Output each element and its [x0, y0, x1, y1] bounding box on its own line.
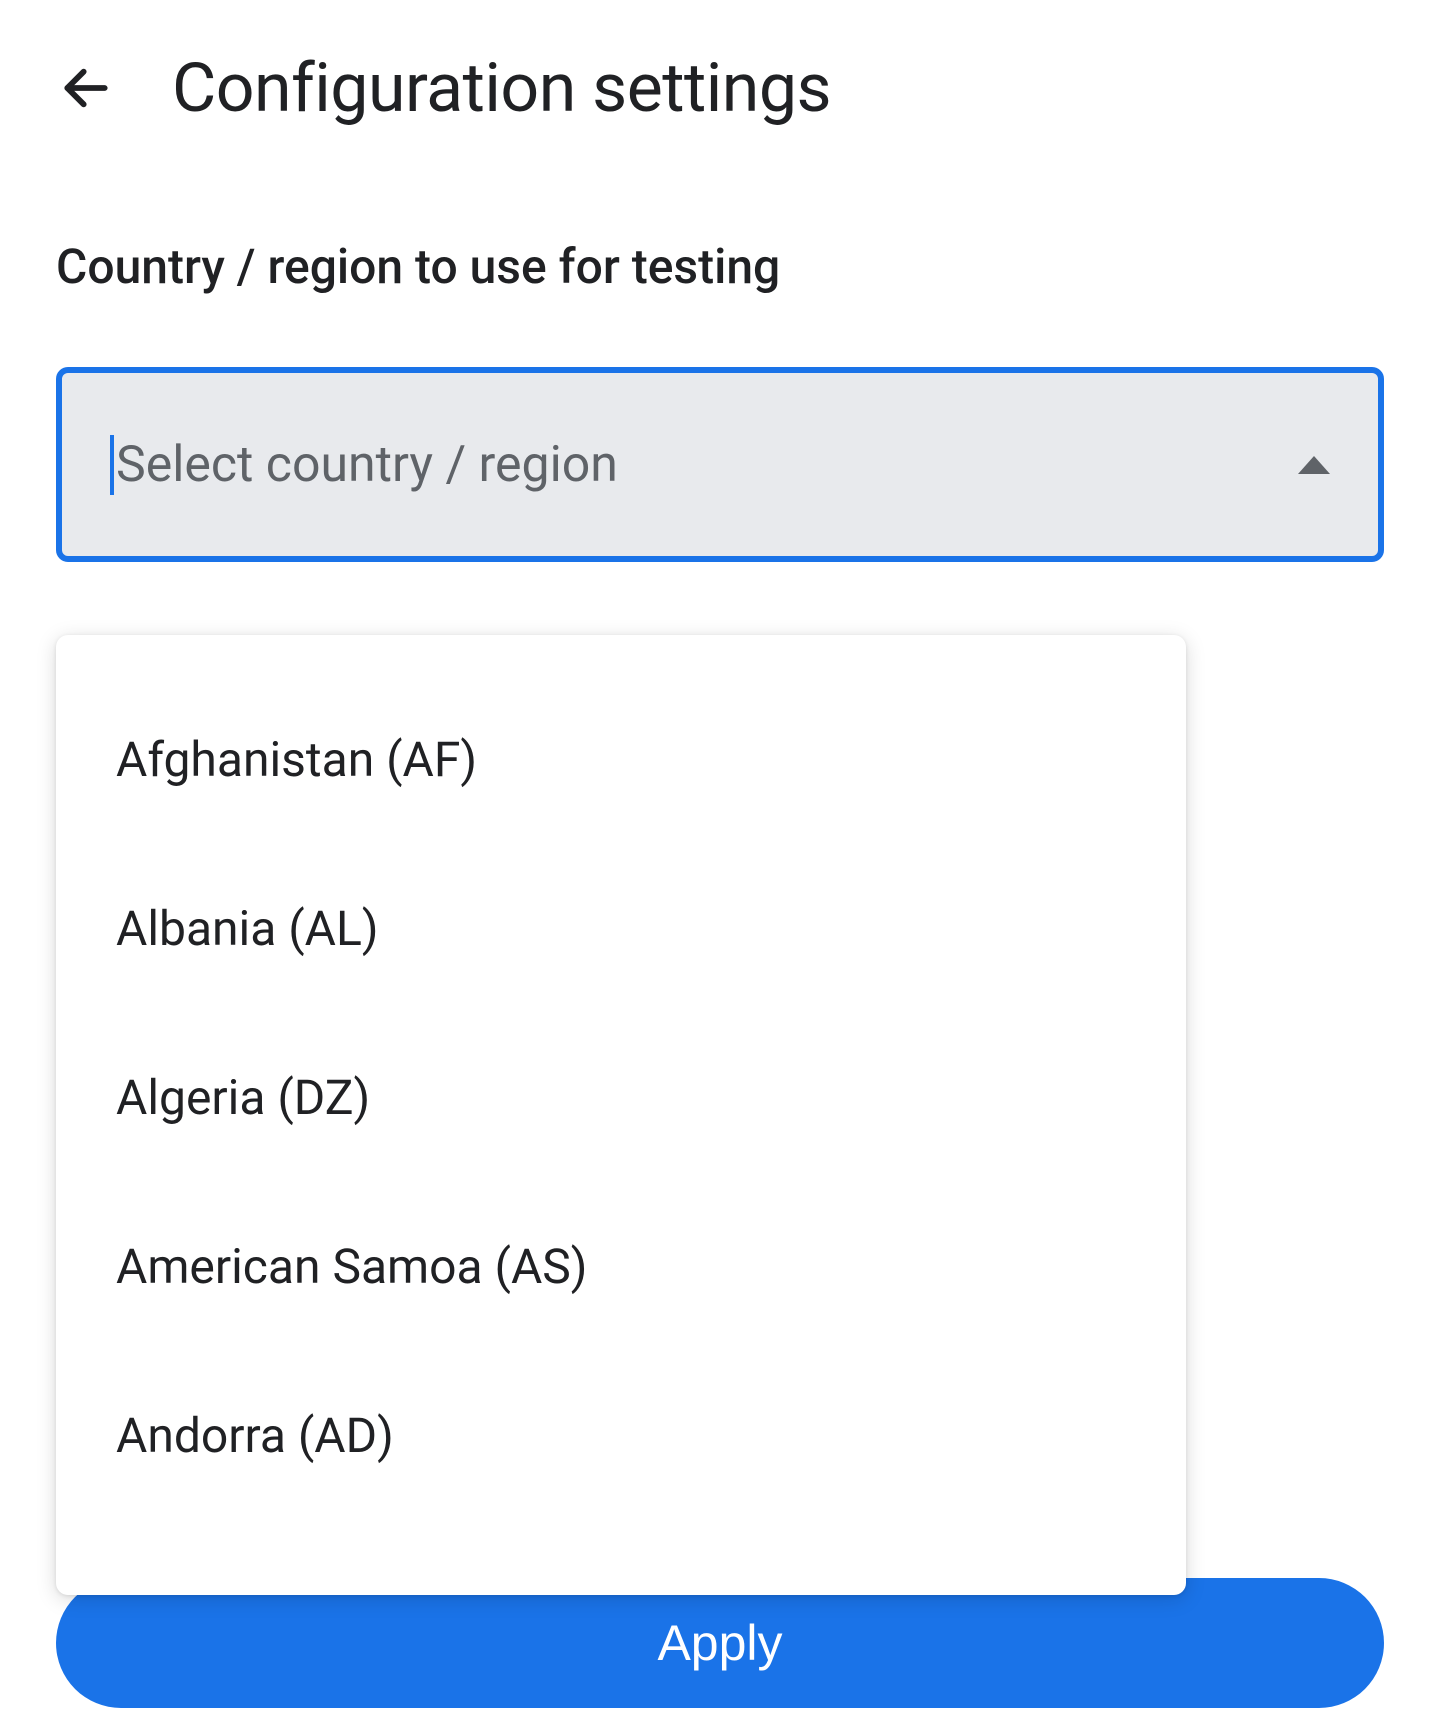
dropdown-item[interactable]: Andorra (AD): [56, 1351, 1186, 1520]
text-cursor: [110, 435, 114, 495]
dropdown-item[interactable]: Afghanistan (AF): [56, 675, 1186, 844]
page-title: Configuration settings: [172, 48, 831, 128]
dropdown-item[interactable]: Angola (AO): [56, 1520, 1186, 1576]
back-button[interactable]: [56, 58, 116, 118]
select-placeholder: Select country / region: [116, 436, 1298, 494]
apply-button[interactable]: Apply: [56, 1578, 1384, 1708]
dropdown-item[interactable]: American Samoa (AS): [56, 1182, 1186, 1351]
chevron-up-icon: [1298, 456, 1330, 474]
dropdown-item[interactable]: Algeria (DZ): [56, 1013, 1186, 1182]
country-region-select[interactable]: Select country / region: [56, 367, 1384, 562]
dropdown-item[interactable]: Albania (AL): [56, 844, 1186, 1013]
section-label: Country / region to use for testing: [56, 238, 1384, 295]
arrow-left-icon: [58, 60, 114, 116]
country-dropdown: Afghanistan (AF) Albania (AL) Algeria (D…: [56, 635, 1186, 1595]
